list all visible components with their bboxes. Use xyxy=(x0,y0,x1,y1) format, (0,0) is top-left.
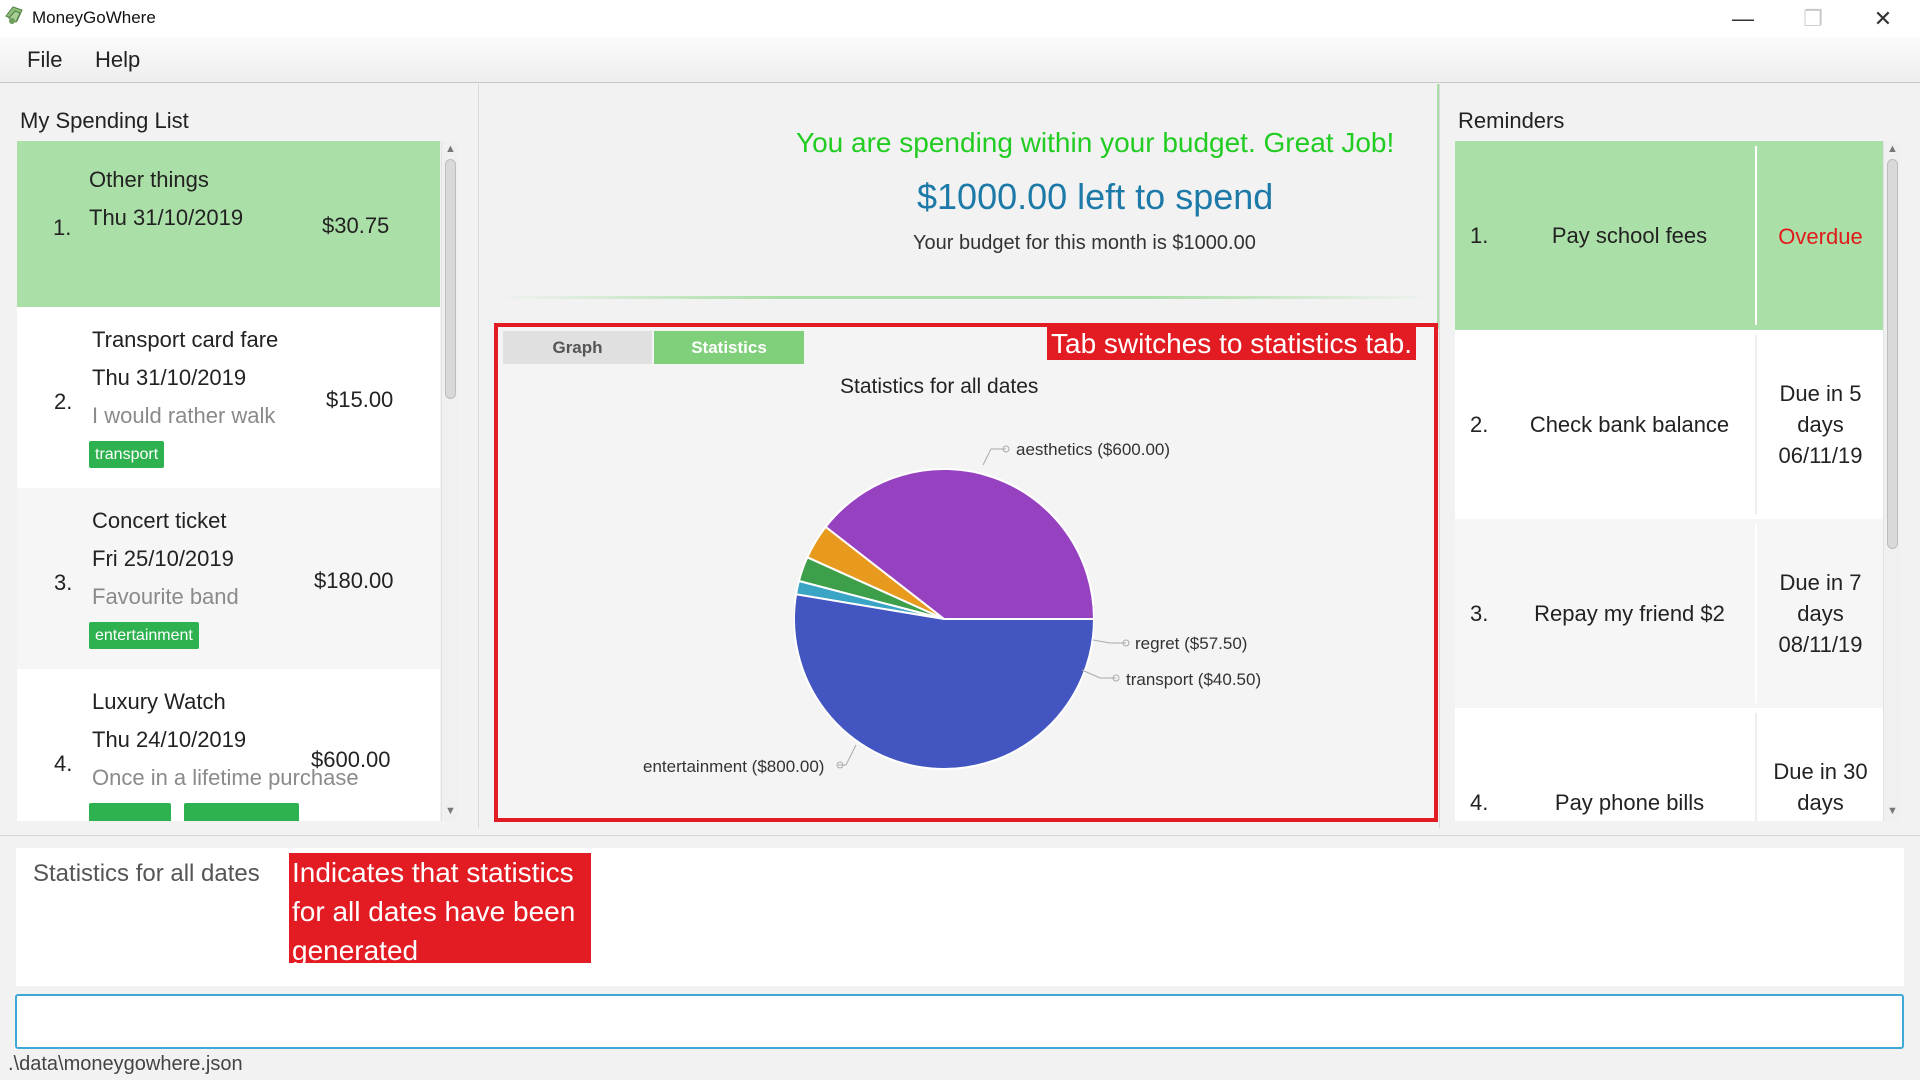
spending-name: Luxury Watch xyxy=(92,689,226,714)
scroll-down-icon[interactable]: ▼ xyxy=(1886,805,1899,817)
reminder-description: Pay phone bills xyxy=(1554,790,1705,815)
menu-help[interactable]: Help xyxy=(95,47,140,73)
spending-amount: $15.00 xyxy=(326,387,394,412)
reminder-status-line: Due in 7 xyxy=(1779,570,1862,595)
reminder-column-divider xyxy=(1755,713,1757,821)
budget-separator xyxy=(495,296,1435,299)
reminder-status: Overdue xyxy=(1758,221,1883,252)
spending-date: Thu 31/10/2019 xyxy=(92,365,247,390)
spending-index: 2. xyxy=(54,389,73,414)
section-divider xyxy=(0,835,1920,836)
statistics-pie-chart xyxy=(794,468,1094,770)
reminder-index: 4. xyxy=(1470,790,1489,815)
spending-name: Other things xyxy=(89,167,209,192)
maximize-icon: ❐ xyxy=(1803,5,1823,31)
reminder-status: Due in 30 days xyxy=(1758,756,1883,818)
reminder-status: Due in 7 days 08/11/19 xyxy=(1758,567,1883,660)
spending-card[interactable]: 1. Other things Thu 31/10/2019 $30.75 xyxy=(17,141,440,322)
tab-graph[interactable]: Graph xyxy=(503,331,652,364)
annotation-tab-callout: Tab switches to statistics tab. xyxy=(1047,327,1417,360)
tag-badge: transport xyxy=(89,441,165,468)
spending-card[interactable]: 3. Concert ticket Fri 25/10/2019 Favouri… xyxy=(17,488,440,669)
reminder-column-divider xyxy=(1755,524,1757,703)
close-button[interactable]: ✕ xyxy=(1850,0,1916,37)
monthly-budget: Your budget for this month is $1000.00 xyxy=(913,232,1256,254)
close-icon: ✕ xyxy=(1873,5,1893,31)
pie-label-transport: transport ($40.50) xyxy=(1126,670,1262,689)
menu-bar: File Help xyxy=(0,37,1920,83)
reminder-status-line: days xyxy=(1797,601,1844,626)
maximize-button[interactable]: ❐ xyxy=(1780,0,1846,37)
minimize-icon: — xyxy=(1732,5,1754,31)
reminder-status-line: Due in 30 xyxy=(1773,759,1868,784)
spending-card[interactable]: 4. Luxury Watch Thu 24/10/2019 Once in a… xyxy=(17,669,440,821)
reminder-status-line: days xyxy=(1797,790,1844,815)
spending-amount: $600.00 xyxy=(311,747,391,772)
reminder-column-divider xyxy=(1755,335,1757,514)
reminder-status-line: days xyxy=(1797,412,1844,437)
reminders-title: Reminders xyxy=(1458,108,1565,133)
reminder-card[interactable]: 1. Pay school fees Overdue xyxy=(1455,141,1883,330)
reminder-column-divider xyxy=(1755,146,1757,325)
reminder-card[interactable]: 2. Check bank balance Due in 5 days 06/1… xyxy=(1455,330,1883,519)
reminder-status-line: Overdue xyxy=(1778,224,1863,249)
reminder-status: Due in 5 days 06/11/19 xyxy=(1758,378,1883,471)
reminder-description: Repay my friend $2 xyxy=(1534,601,1725,626)
reminder-list[interactable]: 1. Pay school fees Overdue 2. Check bank… xyxy=(1455,141,1883,821)
budget-status-message: You are spending within your budget. Gre… xyxy=(796,127,1395,158)
reminder-status-line: 06/11/19 xyxy=(1778,443,1863,468)
status-bar-file-path: .\data\moneygowhere.json xyxy=(8,1053,243,1075)
reminders-scrollbar[interactable]: ▲ ▼ xyxy=(1883,141,1900,821)
spending-amount: $180.00 xyxy=(314,568,394,593)
scroll-down-icon[interactable]: ▼ xyxy=(444,805,457,817)
left-to-spend: $1000.00 left to spend xyxy=(917,176,1274,217)
tag-badge: entertainment xyxy=(89,622,199,649)
result-display-text: Statistics for all dates xyxy=(33,860,260,887)
reminder-description: Pay school fees xyxy=(1551,223,1708,248)
spending-index: 4. xyxy=(54,751,73,776)
chart-title: Statistics for all dates xyxy=(840,375,1039,398)
scrollbar-thumb[interactable] xyxy=(445,159,456,399)
spending-remark: Favourite band xyxy=(92,584,239,609)
command-input[interactable] xyxy=(15,994,1904,1049)
spending-date: Fri 25/10/2019 xyxy=(92,546,234,571)
spending-name: Transport card fare xyxy=(92,327,279,352)
reminder-description: Check bank balance xyxy=(1529,412,1730,437)
annotation-result-callout: Indicates that statistics for all dates … xyxy=(289,853,591,963)
reminder-card[interactable]: 4. Pay phone bills Due in 30 days xyxy=(1455,708,1883,821)
pie-slice-entertainment xyxy=(794,593,1094,770)
reminder-status-line: 08/11/19 xyxy=(1778,632,1863,657)
scrollbar-thumb[interactable] xyxy=(1887,159,1898,549)
scroll-up-icon[interactable]: ▲ xyxy=(444,143,457,155)
spending-list-title: My Spending List xyxy=(20,108,189,133)
spending-date: Thu 24/10/2019 xyxy=(92,727,247,752)
spending-list[interactable]: 1. Other things Thu 31/10/2019 $30.75 2.… xyxy=(17,141,440,821)
spending-amount: $30.75 xyxy=(322,213,390,238)
reminder-index: 1. xyxy=(1470,223,1489,248)
pie-label-aesthetics: aesthetics ($600.00) xyxy=(1016,440,1171,459)
pie-label-regret: regret ($57.50) xyxy=(1135,634,1248,653)
spending-name: Concert ticket xyxy=(92,508,227,533)
reminder-status-line: Due in 5 xyxy=(1779,381,1862,406)
menu-file[interactable]: File xyxy=(27,47,62,73)
reminder-index: 2. xyxy=(1470,412,1489,437)
reminder-index: 3. xyxy=(1470,601,1489,626)
tag-badge xyxy=(89,803,171,821)
spending-card[interactable]: 2. Transport card fare Thu 31/10/2019 I … xyxy=(17,307,440,488)
spending-index: 1. xyxy=(53,215,72,240)
app-logo-icon xyxy=(5,6,23,24)
spending-remark: I would rather walk xyxy=(92,403,276,428)
panel-divider xyxy=(478,84,479,828)
reminder-card[interactable]: 3. Repay my friend $2 Due in 7 days 08/1… xyxy=(1455,519,1883,708)
minimize-button[interactable]: — xyxy=(1710,0,1776,37)
window-title: MoneyGoWhere xyxy=(32,8,156,27)
spending-date: Thu 31/10/2019 xyxy=(89,205,244,230)
title-bar: MoneyGoWhere — ❐ ✕ xyxy=(0,0,1920,37)
pie-label-entertainment: entertainment ($800.00) xyxy=(643,757,825,776)
spending-list-scrollbar[interactable]: ▲ ▼ xyxy=(441,141,458,821)
tag-badge xyxy=(184,803,299,821)
scroll-up-icon[interactable]: ▲ xyxy=(1886,143,1899,155)
tab-statistics[interactable]: Statistics xyxy=(654,331,804,364)
spending-index: 3. xyxy=(54,570,73,595)
